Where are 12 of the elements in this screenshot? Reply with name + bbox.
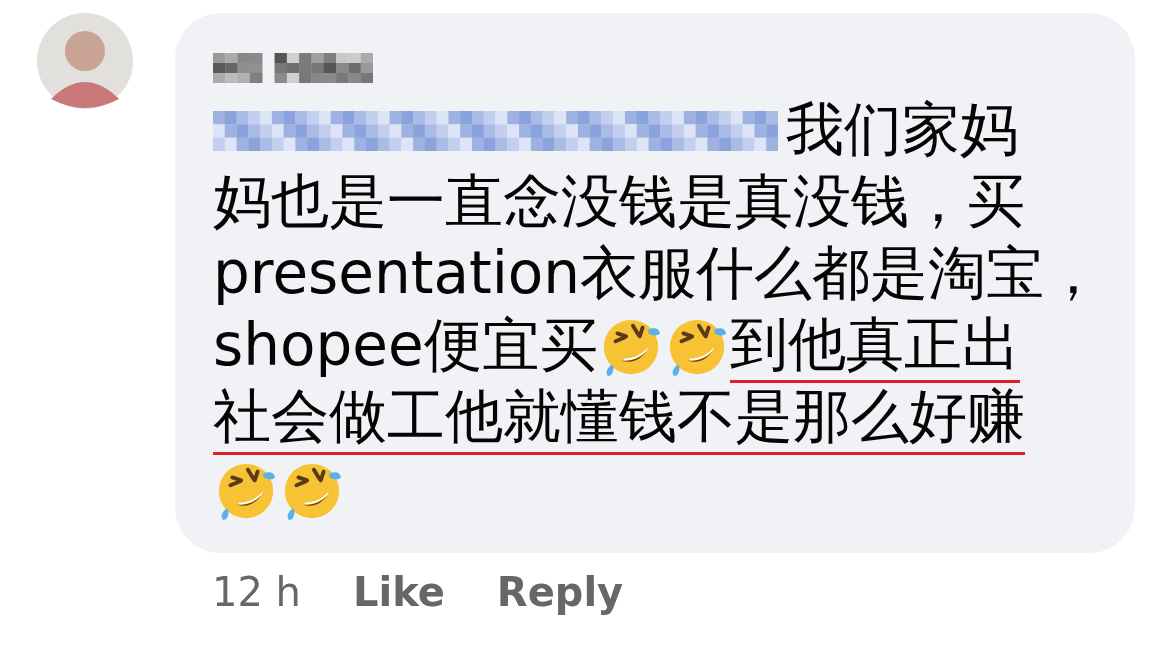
comment-time: 12 h [212,569,301,615]
comment-text: presentation衣服什么都是淘宝， [213,241,1103,309]
comment-text: 妈也是一直念没钱是真没钱，买 [213,169,1025,237]
blurred-name[interactable] [213,53,373,83]
underlined-text: 社会做工他就懂钱不是那么好赚 [213,383,1025,455]
comment-action-link[interactable]: Reply [496,569,624,615]
underlined-text: 到他真正出 [729,311,1020,383]
comment-action-link[interactable]: Like [352,569,445,615]
comment-text: 我们家妈 [786,97,1018,165]
blurred-mention[interactable] [213,111,778,151]
avatar-icon[interactable] [37,13,133,109]
comment-text: shopee便宜买 [213,313,598,381]
